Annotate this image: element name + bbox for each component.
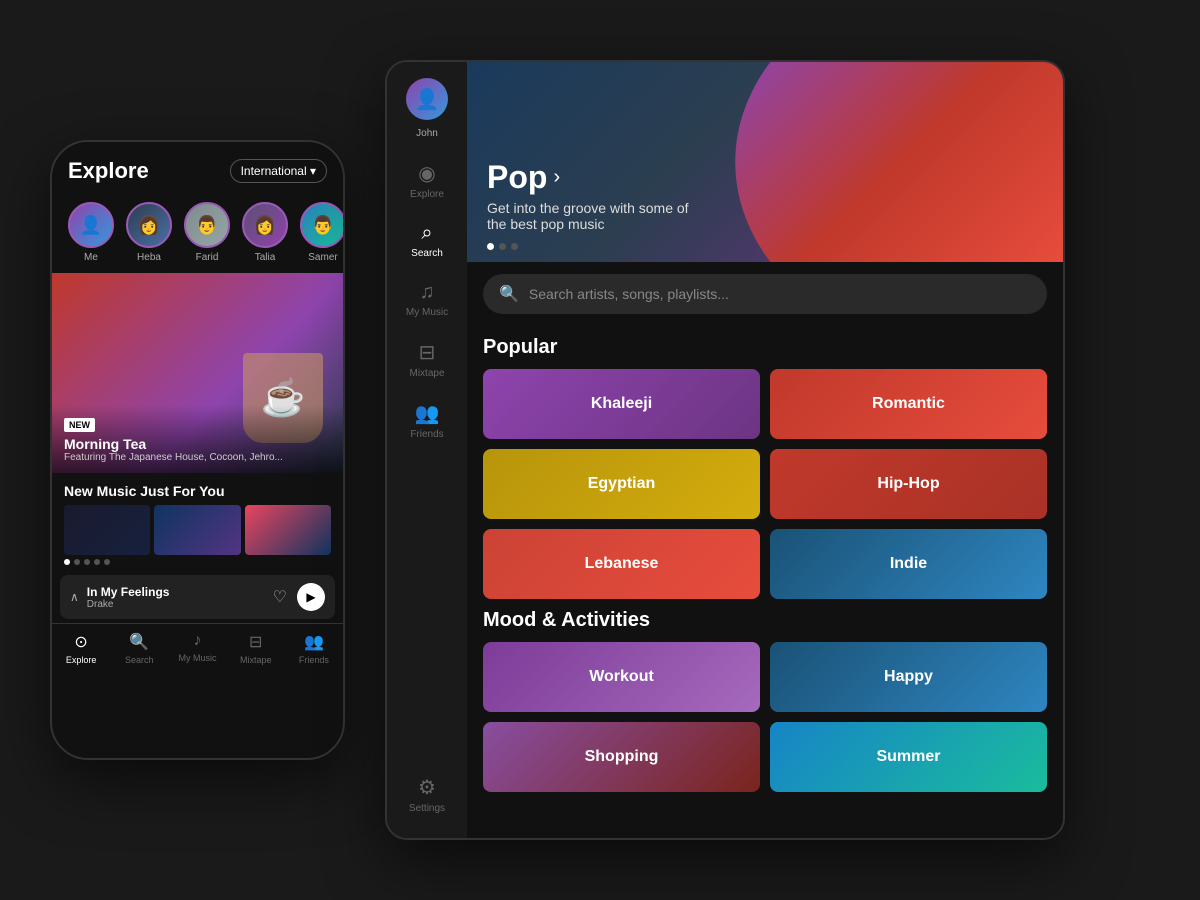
friends-nav-icon: 👥 (304, 632, 324, 652)
mixtape-nav-label: Mixtape (240, 655, 272, 665)
hero-dots (487, 243, 518, 250)
phone-nav-search[interactable]: 🔍 Search (110, 632, 168, 665)
hero-title: Pop (487, 159, 547, 196)
tablet-device: 👤 John ◉ Explore ⌕ Search ♫ My Music ⊟ M… (385, 60, 1065, 840)
chevron-up-icon: ∧ (70, 590, 79, 604)
sidebar-item-mixtape[interactable]: ⊟ Mixtape (387, 332, 467, 387)
search-bar-container: 🔍 Search artists, songs, playlists... (467, 262, 1063, 326)
phone-explore-title: Explore (68, 158, 149, 184)
phone-nav-mixtape[interactable]: ⊟ Mixtape (227, 632, 285, 665)
phone-avatars-row: 👤 Me 👩 Heba 👨 Farid 👩 Talia 👨 Sam (52, 194, 343, 273)
sidebar-item-mymusic[interactable]: ♫ My Music (387, 273, 467, 326)
search-icon: 🔍 (499, 284, 519, 304)
sidebar-user-label: John (416, 128, 438, 139)
search-sidebar-icon: ⌕ (421, 222, 432, 245)
thumbnail-1[interactable] (64, 505, 150, 555)
now-playing-title: In My Feelings (87, 585, 265, 599)
genre-card-happy[interactable]: Happy (770, 642, 1047, 712)
phone-dropdown[interactable]: International ▾ (230, 159, 327, 183)
mixtape-sidebar-icon: ⊟ (419, 340, 436, 365)
sidebar-item-explore[interactable]: ◉ Explore (387, 153, 467, 208)
dot-3 (84, 559, 90, 565)
sidebar-item-search[interactable]: ⌕ Search (387, 214, 467, 267)
avatar-heba[interactable]: 👩 Heba (126, 202, 172, 263)
content-sections: Popular Khaleeji Romantic Egyptian Hip-H… (467, 326, 1063, 838)
avatar-talia[interactable]: 👩 Talia (242, 202, 288, 263)
genre-card-summer[interactable]: Summer (770, 722, 1047, 792)
genre-card-romantic[interactable]: Romantic (770, 369, 1047, 439)
phone-device: Explore International ▾ 👤 Me 👩 Heba 👨 Fa… (50, 140, 345, 760)
genre-card-egyptian[interactable]: Egyptian (483, 449, 760, 519)
genre-card-indie[interactable]: Indie (770, 529, 1047, 599)
settings-sidebar-icon: ⚙ (418, 775, 436, 800)
hero-bg-visual (735, 62, 1063, 262)
dot-1 (64, 559, 70, 565)
tablet-sidebar: 👤 John ◉ Explore ⌕ Search ♫ My Music ⊟ M… (387, 62, 467, 838)
mood-genre-grid: Workout Happy Shopping Summer (483, 642, 1047, 792)
hero-subtitle: Get into the groove with some of the bes… (487, 200, 707, 232)
sidebar-item-settings[interactable]: ⚙ Settings (387, 767, 467, 822)
search-bar[interactable]: 🔍 Search artists, songs, playlists... (483, 274, 1047, 314)
phone-nav-friends[interactable]: 👥 Friends (285, 632, 343, 665)
hero-arrow-icon: › (553, 166, 560, 189)
explore-nav-label: Explore (66, 655, 97, 665)
avatar-me[interactable]: 👤 Me (68, 202, 114, 263)
now-playing-bar[interactable]: ∧ In My Feelings Drake ♡ ▶ (60, 575, 335, 619)
mymusic-sidebar-icon: ♫ (420, 281, 435, 304)
mood-section-heading: Mood & Activities (483, 609, 1047, 632)
mymusic-nav-label: My Music (179, 653, 217, 663)
hero-dot-2 (499, 243, 506, 250)
hero-dot-1 (487, 243, 494, 250)
genre-card-shopping[interactable]: Shopping (483, 722, 760, 792)
hero-banner[interactable]: Pop › Get into the groove with some of t… (467, 62, 1063, 262)
friends-sidebar-icon: 👥 (415, 401, 440, 426)
new-badge: NEW (64, 418, 95, 432)
hero-content: Pop › Get into the groove with some of t… (487, 159, 707, 232)
featured-subtitle: Featuring The Japanese House, Cocoon, Je… (64, 452, 331, 463)
featured-title: Morning Tea (64, 436, 331, 452)
play-button[interactable]: ▶ (297, 583, 325, 611)
new-music-section: New Music Just For You (52, 473, 343, 571)
now-playing-artist: Drake (87, 599, 265, 610)
popular-genre-grid: Khaleeji Romantic Egyptian Hip-Hop Leban… (483, 369, 1047, 599)
dot-2 (74, 559, 80, 565)
hero-dot-3 (511, 243, 518, 250)
thumbnail-3[interactable] (245, 505, 331, 555)
avatar-samer[interactable]: 👨 Samer (300, 202, 343, 263)
search-nav-label: Search (125, 655, 154, 665)
genre-card-workout[interactable]: Workout (483, 642, 760, 712)
genre-card-lebanese[interactable]: Lebanese (483, 529, 760, 599)
explore-nav-icon: ⊙ (74, 632, 87, 652)
sidebar-item-friends[interactable]: 👥 Friends (387, 393, 467, 448)
now-playing-controls: ♡ ▶ (273, 583, 325, 611)
phone-header: Explore International ▾ (52, 142, 343, 194)
tablet-main-content: Pop › Get into the groove with some of t… (467, 62, 1063, 838)
carousel-dots (64, 559, 331, 565)
phone-bottom-nav: ⊙ Explore 🔍 Search ♪ My Music ⊟ Mixtape … (52, 623, 343, 669)
genre-card-khaleeji[interactable]: Khaleeji (483, 369, 760, 439)
explore-sidebar-icon: ◉ (418, 161, 435, 186)
thumbnail-2[interactable] (154, 505, 240, 555)
genre-card-hiphop[interactable]: Hip-Hop (770, 449, 1047, 519)
popular-section-heading: Popular (483, 336, 1047, 359)
phone-nav-explore[interactable]: ⊙ Explore (52, 632, 110, 665)
phone-featured-card[interactable]: ☕ NEW Morning Tea Featuring The Japanese… (52, 273, 343, 473)
search-placeholder-text: Search artists, songs, playlists... (529, 286, 729, 302)
new-music-title: New Music Just For You (64, 483, 331, 499)
search-nav-icon: 🔍 (129, 632, 149, 652)
heart-icon[interactable]: ♡ (273, 587, 287, 607)
friends-nav-label: Friends (299, 655, 329, 665)
thumbnails-row (64, 505, 331, 555)
mixtape-nav-icon: ⊟ (249, 632, 262, 652)
sidebar-avatar[interactable]: 👤 (406, 78, 448, 120)
avatar-farid[interactable]: 👨 Farid (184, 202, 230, 263)
now-playing-info: In My Feelings Drake (87, 585, 265, 610)
dot-4 (94, 559, 100, 565)
dot-5 (104, 559, 110, 565)
mymusic-nav-icon: ♪ (194, 632, 202, 650)
phone-nav-mymusic[interactable]: ♪ My Music (168, 632, 226, 665)
